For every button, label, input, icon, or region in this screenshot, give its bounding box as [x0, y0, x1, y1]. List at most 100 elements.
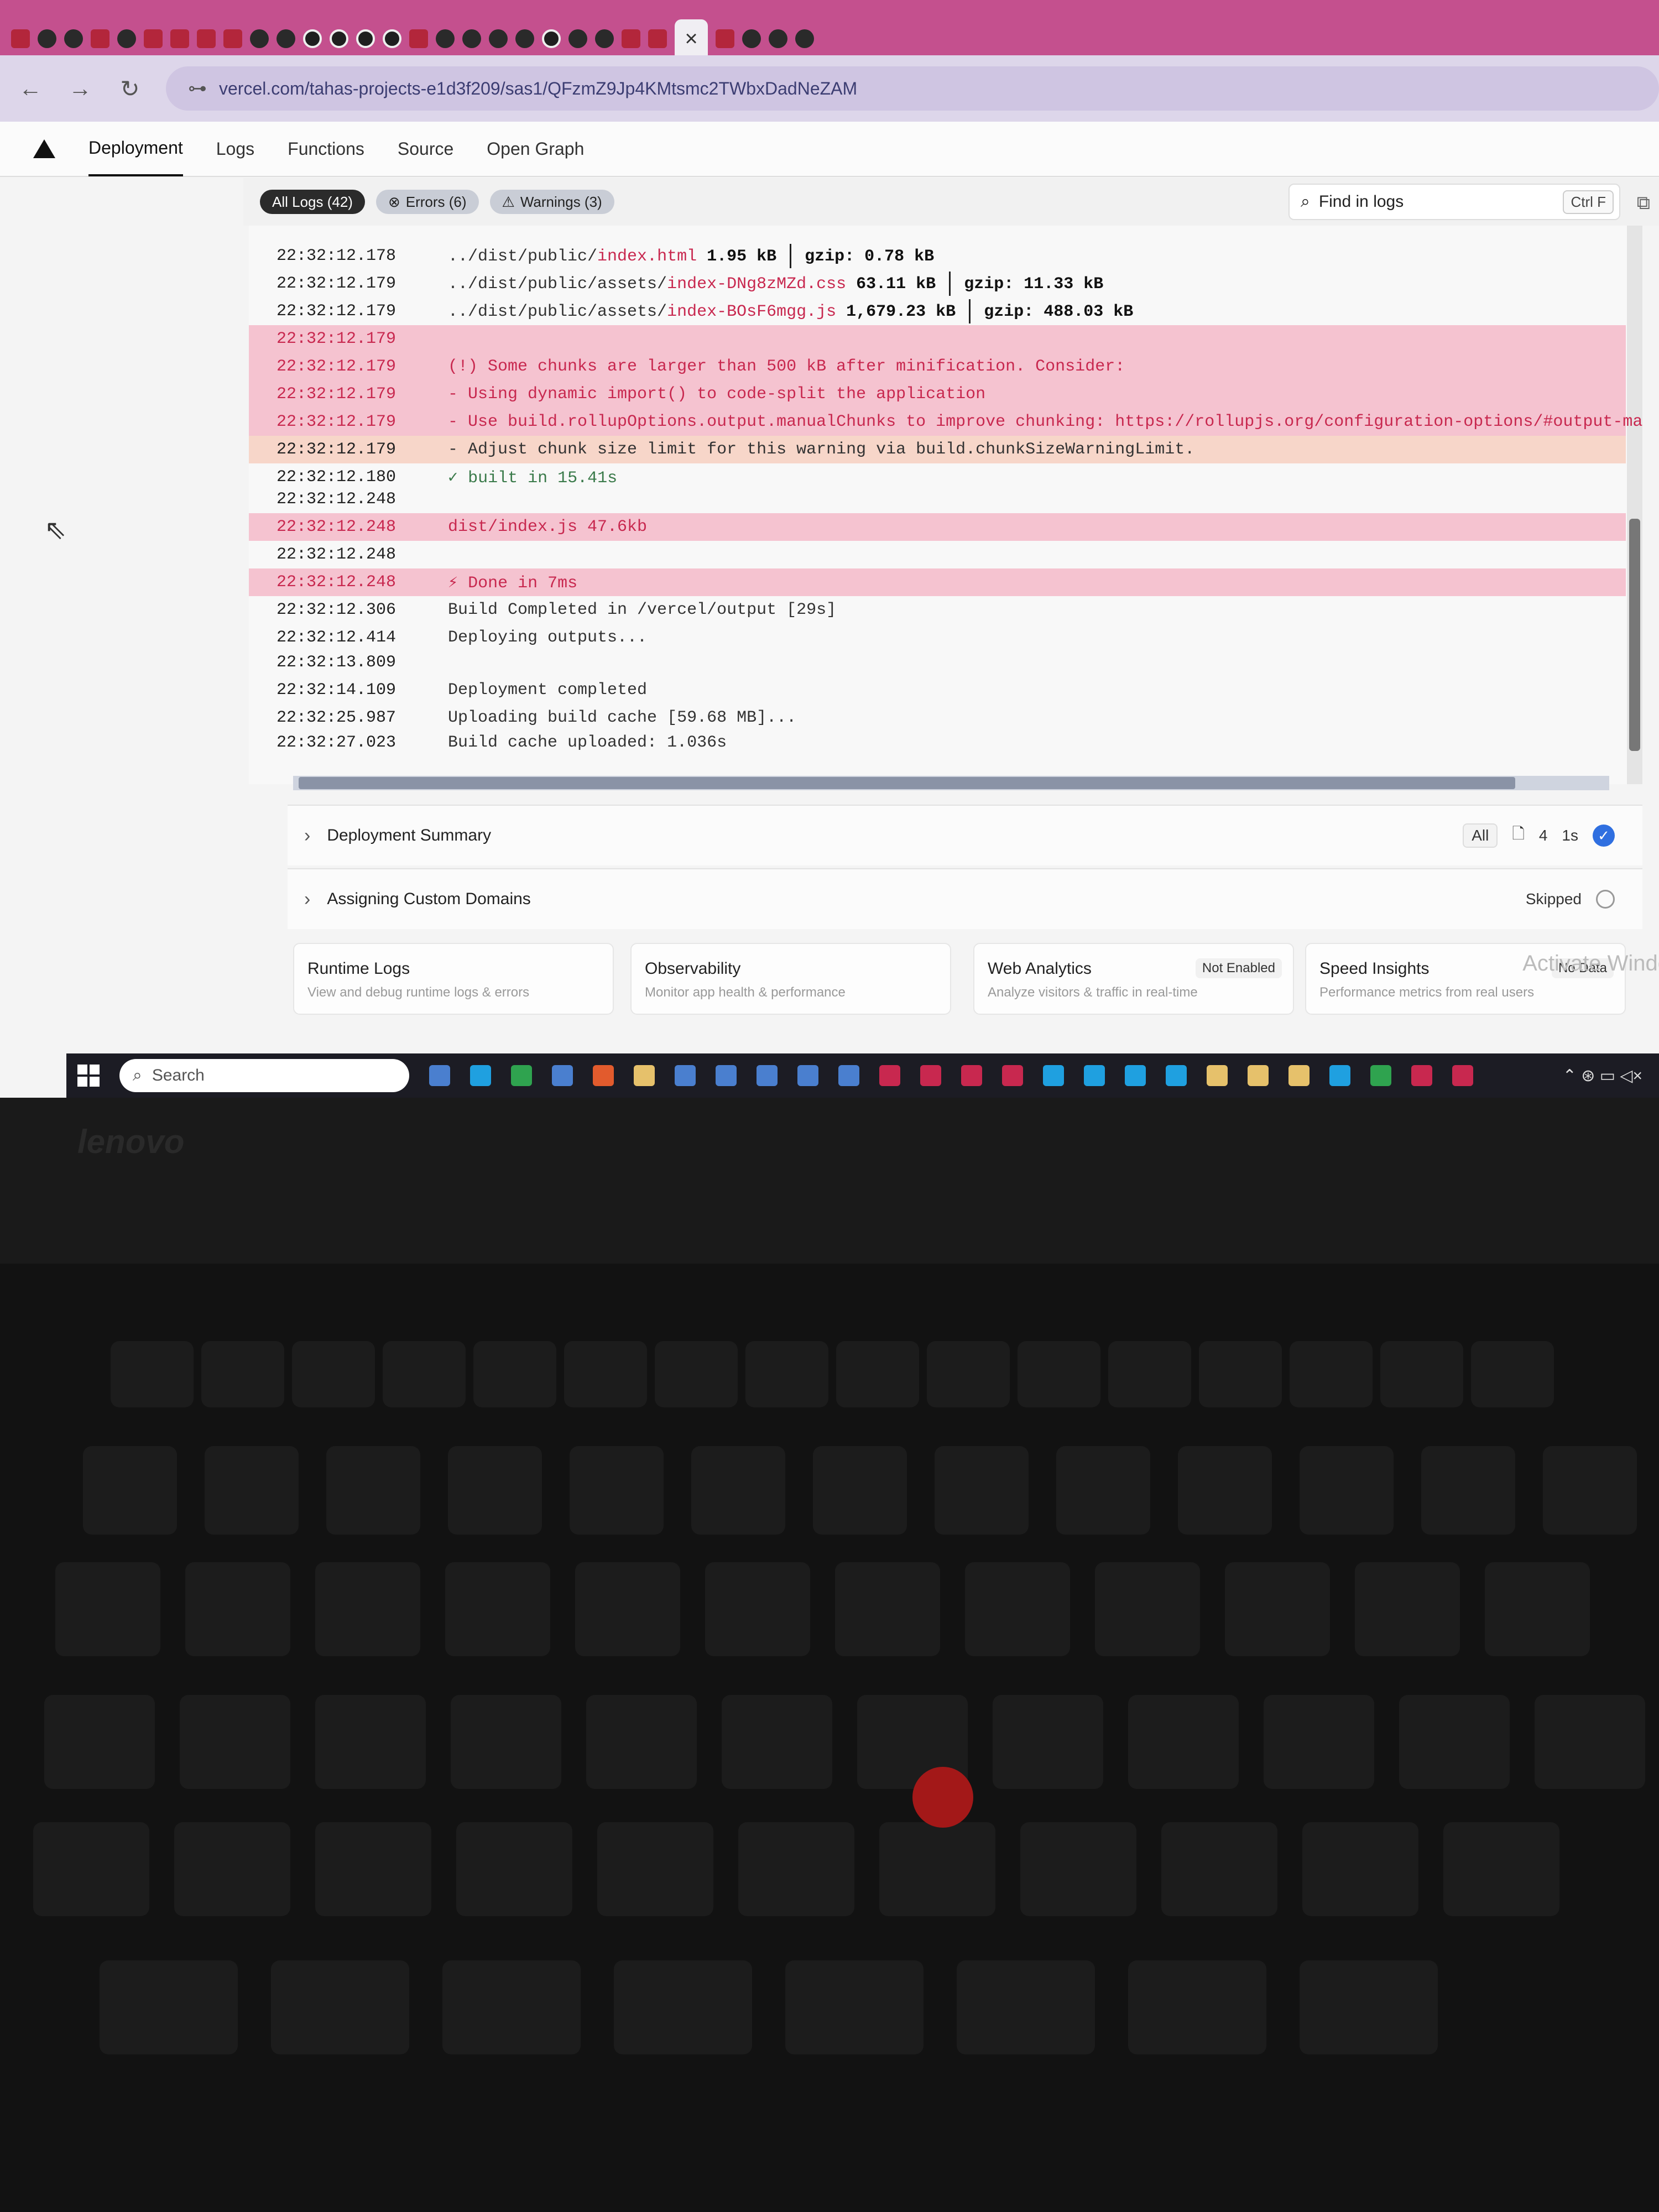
- taskbar-app-icon[interactable]: [470, 1065, 491, 1086]
- vercel-logo-icon[interactable]: [33, 139, 55, 158]
- keyboard-key[interactable]: [1199, 1341, 1282, 1407]
- keyboard-key[interactable]: [1399, 1695, 1510, 1789]
- tab-open-graph[interactable]: Open Graph: [487, 121, 584, 176]
- taskbar-app-icon[interactable]: [1125, 1065, 1146, 1086]
- taskbar-app-icon[interactable]: [593, 1065, 614, 1086]
- taskbar-app-icon[interactable]: [1370, 1065, 1391, 1086]
- tab-favicon-icon[interactable]: [648, 29, 667, 48]
- keyboard-key[interactable]: [993, 1695, 1103, 1789]
- active-tab-close-icon[interactable]: ×: [675, 19, 708, 58]
- keyboard-key[interactable]: [271, 1960, 409, 2054]
- keyboard-key[interactable]: [1471, 1341, 1554, 1407]
- taskbar-app-icon[interactable]: [1166, 1065, 1187, 1086]
- keyboard-key[interactable]: [564, 1341, 647, 1407]
- keyboard-key[interactable]: [879, 1822, 995, 1916]
- keyboard-key[interactable]: [383, 1341, 466, 1407]
- tab-favicon-icon[interactable]: [409, 29, 428, 48]
- tab-favicon-icon[interactable]: [91, 29, 109, 48]
- tab-favicon-icon[interactable]: [716, 29, 734, 48]
- keyboard-key[interactable]: [1300, 1960, 1438, 2054]
- taskbar-app-icon[interactable]: [1043, 1065, 1064, 1086]
- keyboard-key[interactable]: [691, 1446, 785, 1535]
- keyboard-key[interactable]: [1380, 1341, 1463, 1407]
- taskbar-app-icon[interactable]: [634, 1065, 655, 1086]
- tab-favicon-icon[interactable]: [64, 29, 83, 48]
- errors-filter[interactable]: ⊗ Errors (6): [375, 190, 479, 214]
- taskbar-app-icon[interactable]: [757, 1065, 778, 1086]
- observability-card[interactable]: Observability Monitor app health & perfo…: [630, 943, 951, 1015]
- keyboard-key[interactable]: [44, 1695, 155, 1789]
- tab-favicon-icon[interactable]: [769, 29, 787, 48]
- taskbar-app-icon[interactable]: [1084, 1065, 1105, 1086]
- tab-favicon-icon[interactable]: [170, 29, 189, 48]
- keyboard-key[interactable]: [1128, 1695, 1239, 1789]
- keyboard-key[interactable]: [1056, 1446, 1150, 1535]
- tab-favicon-icon[interactable]: [515, 29, 534, 48]
- windows-start-icon[interactable]: [77, 1065, 100, 1087]
- keyboard-key[interactable]: [315, 1695, 426, 1789]
- keyboard-key[interactable]: [738, 1822, 854, 1916]
- site-info-icon[interactable]: ⊶: [188, 77, 207, 100]
- keyboard-key[interactable]: [835, 1562, 940, 1656]
- keyboard-key[interactable]: [655, 1341, 738, 1407]
- taskbar-app-icon[interactable]: [511, 1065, 532, 1086]
- custom-domains-section[interactable]: › Assigning Custom Domains Skipped: [288, 868, 1642, 929]
- tab-favicon-icon[interactable]: [742, 29, 761, 48]
- tab-favicon-icon[interactable]: [117, 29, 136, 48]
- tab-favicon-icon[interactable]: [223, 29, 242, 48]
- taskbar-app-icon[interactable]: [879, 1065, 900, 1086]
- taskbar-app-icon[interactable]: [1452, 1065, 1473, 1086]
- keyboard-key[interactable]: [1128, 1960, 1266, 2054]
- keyboard-key[interactable]: [722, 1695, 832, 1789]
- keyboard-key[interactable]: [1485, 1562, 1590, 1656]
- keyboard-key[interactable]: [1355, 1562, 1460, 1656]
- all-logs-filter[interactable]: All Logs (42): [260, 190, 365, 214]
- taskbar-app-icon[interactable]: [1207, 1065, 1228, 1086]
- keyboard-key[interactable]: [1264, 1695, 1374, 1789]
- url-field[interactable]: ⊶ vercel.com/tahas-projects-e1d3f209/sas…: [166, 66, 1659, 111]
- tab-favicon-icon[interactable]: [795, 29, 814, 48]
- taskbar-app-icon[interactable]: [552, 1065, 573, 1086]
- keyboard-key[interactable]: [935, 1446, 1029, 1535]
- back-button[interactable]: ←: [17, 75, 44, 102]
- keyboard-key[interactable]: [957, 1960, 1095, 2054]
- tab-favicon-icon[interactable]: [489, 29, 508, 48]
- keyboard-key[interactable]: [1018, 1341, 1100, 1407]
- taskbar-app-icon[interactable]: [1288, 1065, 1310, 1086]
- keyboard-key[interactable]: [1225, 1562, 1330, 1656]
- taskbar-app-icon[interactable]: [1411, 1065, 1432, 1086]
- tab-favicon-icon[interactable]: [568, 29, 587, 48]
- keyboard-key[interactable]: [965, 1562, 1070, 1656]
- keyboard-key[interactable]: [1443, 1822, 1559, 1916]
- taskbar-app-icon[interactable]: [716, 1065, 737, 1086]
- tab-favicon-icon[interactable]: [462, 29, 481, 48]
- keyboard-key[interactable]: [1421, 1446, 1515, 1535]
- summary-filter-chip[interactable]: All: [1463, 823, 1498, 848]
- taskbar-app-icon[interactable]: [961, 1065, 982, 1086]
- keyboard-key[interactable]: [205, 1446, 299, 1535]
- keyboard-key[interactable]: [1020, 1822, 1136, 1916]
- tab-favicon-icon[interactable]: [11, 29, 30, 48]
- tab-favicon-icon[interactable]: [383, 29, 401, 48]
- tab-functions[interactable]: Functions: [288, 121, 364, 176]
- tab-favicon-icon[interactable]: [250, 29, 269, 48]
- keyboard-key[interactable]: [292, 1341, 375, 1407]
- log-horizontal-scrollbar[interactable]: [293, 776, 1609, 790]
- keyboard-key[interactable]: [1161, 1822, 1277, 1916]
- keyboard-key[interactable]: [100, 1960, 238, 2054]
- runtime-logs-card[interactable]: Runtime Logs View and debug runtime logs…: [293, 943, 614, 1015]
- build-log-panel[interactable]: 22:32:12.178 ../dist/public/index.html 1.…: [249, 226, 1642, 784]
- taskbar-app-icon[interactable]: [797, 1065, 818, 1086]
- tab-logs[interactable]: Logs: [216, 121, 254, 176]
- keyboard-key[interactable]: [451, 1695, 561, 1789]
- keyboard-key[interactable]: [1178, 1446, 1272, 1535]
- keyboard-key[interactable]: [745, 1341, 828, 1407]
- keyboard-key[interactable]: [315, 1562, 420, 1656]
- keyboard-key[interactable]: [1302, 1822, 1418, 1916]
- taskbar-app-icon[interactable]: [1248, 1065, 1269, 1086]
- taskbar-app-icon[interactable]: [920, 1065, 941, 1086]
- keyboard-key[interactable]: [442, 1960, 581, 2054]
- keyboard-key[interactable]: [326, 1446, 420, 1535]
- tab-deployment[interactable]: Deployment: [88, 121, 183, 176]
- keyboard-key[interactable]: [185, 1562, 290, 1656]
